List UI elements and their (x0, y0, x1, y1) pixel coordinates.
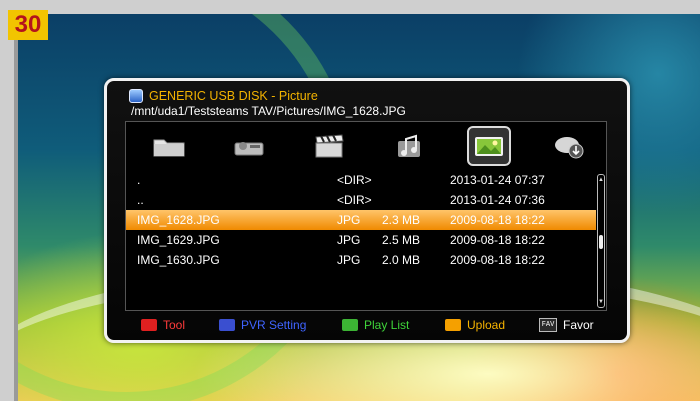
scroll-thumb[interactable] (599, 235, 603, 249)
table-row[interactable]: IMG_1630.JPG JPG 2.0 MB 2009-08-18 18:22 (126, 250, 596, 270)
media-browser-panel: GENERIC USB DISK - Picture /mnt/uda1/Tes… (104, 78, 630, 343)
window-frame-top (0, 0, 700, 14)
step-badge: 30 (8, 10, 48, 40)
fav-key-icon: FAV (539, 318, 557, 332)
usb-disk-icon (129, 89, 143, 103)
file-date: 2013-01-24 07:36 (450, 193, 545, 207)
file-size: 2.3 MB (382, 213, 421, 227)
music-icon[interactable] (389, 128, 429, 164)
file-date: 2009-08-18 18:22 (450, 233, 545, 247)
scroll-up-icon[interactable]: ▲ (597, 176, 605, 184)
play-list-label: Play List (364, 318, 410, 332)
file-type: JPG (337, 233, 361, 247)
upload-button[interactable]: Upload (445, 317, 505, 333)
file-date: 2009-08-18 18:22 (450, 253, 545, 267)
file-name: . (137, 173, 141, 187)
tool-label: Tool (163, 318, 186, 332)
panel-title: GENERIC USB DISK - Picture (149, 89, 318, 103)
table-row[interactable]: . <DIR> 2013-01-24 07:37 (126, 170, 596, 190)
file-size: 2.0 MB (382, 253, 421, 267)
color-key-bar: Tool PVR Setting Play List Upload FAV Fa… (137, 317, 617, 333)
file-size: 2.5 MB (382, 233, 421, 247)
table-row[interactable]: IMG_1629.JPG JPG 2.5 MB 2009-08-18 18:22 (126, 230, 596, 250)
upload-label: Upload (467, 318, 506, 332)
table-row[interactable]: .. <DIR> 2013-01-24 07:36 (126, 190, 596, 210)
file-date: 2013-01-24 07:37 (450, 173, 545, 187)
scroll-down-icon[interactable]: ▼ (597, 298, 605, 306)
file-type: <DIR> (337, 193, 372, 207)
file-type: JPG (337, 253, 361, 267)
film-clapper-icon[interactable] (309, 128, 349, 164)
picture-icon[interactable] (467, 126, 511, 166)
file-date: 2009-08-18 18:22 (450, 213, 545, 227)
hard-drive-icon[interactable] (229, 128, 269, 164)
favor-button[interactable]: FAV Favor (539, 317, 594, 333)
favor-label: Favor (563, 318, 594, 332)
category-tabs (126, 122, 606, 170)
green-key-icon (342, 319, 358, 331)
tool-button[interactable]: Tool (141, 317, 185, 333)
folder-icon[interactable] (149, 128, 189, 164)
scrollbar[interactable]: ▲ ▼ (597, 174, 605, 308)
file-list-box: . <DIR> 2013-01-24 07:37 .. <DIR> 2013-0… (125, 121, 607, 311)
current-path: /mnt/uda1/Teststeams TAV/Pictures/IMG_16… (131, 104, 406, 118)
file-rows: . <DIR> 2013-01-24 07:37 .. <DIR> 2013-0… (126, 170, 596, 270)
pvr-setting-button[interactable]: PVR Setting (219, 317, 306, 333)
panel-header: GENERIC USB DISK - Picture (129, 88, 318, 104)
file-type: JPG (337, 213, 361, 227)
file-name: .. (137, 193, 144, 207)
pvr-setting-label: PVR Setting (241, 318, 307, 332)
download-icon[interactable] (549, 128, 589, 164)
red-key-icon (141, 319, 157, 331)
file-name: IMG_1629.JPG (137, 233, 220, 247)
file-name: IMG_1630.JPG (137, 253, 220, 267)
blue-key-icon (219, 319, 235, 331)
yellow-key-icon (445, 319, 461, 331)
file-name: IMG_1628.JPG (137, 213, 220, 227)
table-row-selected[interactable]: IMG_1628.JPG JPG 2.3 MB 2009-08-18 18:22 (126, 210, 596, 230)
file-type: <DIR> (337, 173, 372, 187)
play-list-button[interactable]: Play List (342, 317, 409, 333)
